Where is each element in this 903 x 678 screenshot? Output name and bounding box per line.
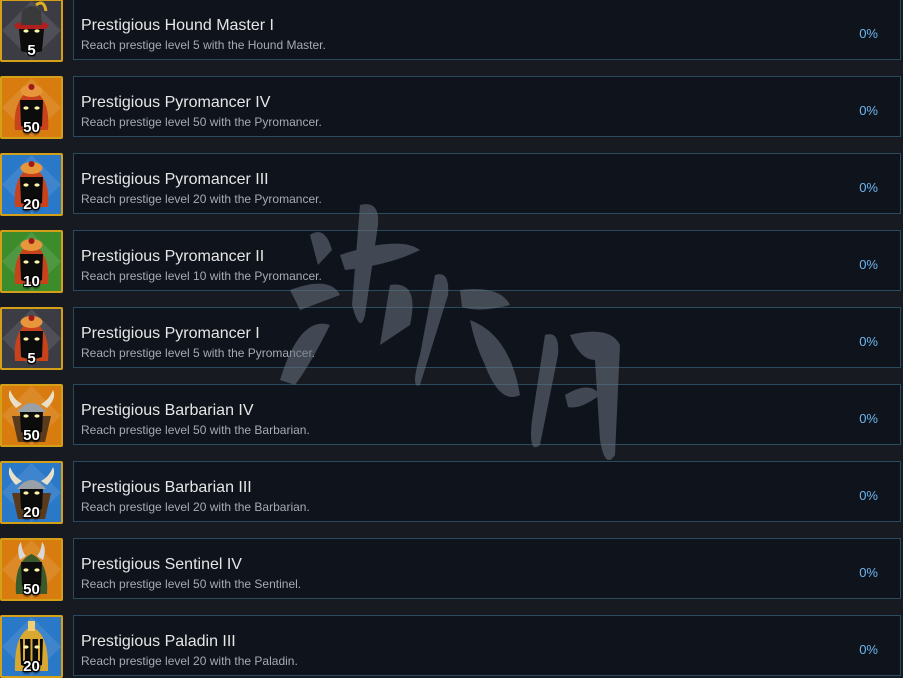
prestige-level-badge: 10 <box>23 273 40 290</box>
achievement-card[interactable]: Prestigious Pyromancer IV Reach prestige … <box>73 76 901 137</box>
achievement-description: Reach prestige level 5 with the Pyromanc… <box>81 346 316 360</box>
pyromancer-icon: 5 <box>0 307 63 370</box>
achievement-card[interactable]: Prestigious Pyromancer III Reach prestige… <box>73 153 901 214</box>
achievement-card[interactable]: Prestigious Barbarian III Reach prestige … <box>73 461 901 522</box>
unlock-percentage: 0% <box>859 103 878 118</box>
achievement-row[interactable]: 20 Prestigious Barbarian III Reach prestig… <box>0 461 903 524</box>
achievement-description: Reach prestige level 10 with the Pyroman… <box>81 269 322 283</box>
sentinel-icon: 50 <box>0 538 63 601</box>
prestige-level-badge: 20 <box>23 504 40 521</box>
achievement-description: Reach prestige level 20 with the Barbari… <box>81 500 310 514</box>
achievement-row[interactable]: 50 Prestigious Sentinel IV Reach prestige … <box>0 538 903 601</box>
achievement-description: Reach prestige level 50 with the Pyroman… <box>81 115 322 129</box>
achievement-title: Prestigious Barbarian IV <box>81 402 254 419</box>
unlock-percentage: 0% <box>859 411 878 426</box>
achievement-title: Prestigious Hound Master I <box>81 17 274 34</box>
achievement-description: Reach prestige level 20 with the Paladin… <box>81 654 298 668</box>
unlock-percentage: 0% <box>859 488 878 503</box>
prestige-level-badge: 50 <box>23 427 40 444</box>
achievement-card[interactable]: Prestigious Paladin III Reach prestige le… <box>73 615 901 676</box>
achievement-card[interactable]: Prestigious Pyromancer II Reach prestige … <box>73 230 901 291</box>
pyromancer-icon: 50 <box>0 76 63 139</box>
achievement-description: Reach prestige level 5 with the Hound Ma… <box>81 38 326 52</box>
barbarian-icon: 50 <box>0 384 63 447</box>
achievement-row[interactable]: 10 Prestigious Pyromancer II Reach prestig… <box>0 230 903 293</box>
prestige-level-badge: 5 <box>27 350 36 367</box>
unlock-percentage: 0% <box>859 565 878 580</box>
achievement-title: Prestigious Sentinel IV <box>81 556 242 573</box>
achievement-description: Reach prestige level 20 with the Pyroman… <box>81 192 322 206</box>
achievement-title: Prestigious Barbarian III <box>81 479 252 496</box>
prestige-level-badge: 50 <box>23 119 40 136</box>
prestige-level-badge: 5 <box>27 42 36 59</box>
unlock-percentage: 0% <box>859 26 878 41</box>
achievement-list: 5 Prestigious Hound Master I Reach prestig… <box>0 0 903 678</box>
barbarian-icon: 20 <box>0 461 63 524</box>
prestige-level-badge: 50 <box>23 581 40 598</box>
achievement-description: Reach prestige level 50 with the Sentine… <box>81 577 302 591</box>
achievement-description: Reach prestige level 50 with the Barbari… <box>81 423 310 437</box>
achievement-row[interactable]: 20 Prestigious Paladin III Reach prestige … <box>0 615 903 678</box>
unlock-percentage: 0% <box>859 642 878 657</box>
hound-master-icon: 5 <box>0 0 63 62</box>
achievement-row[interactable]: 5 Prestigious Hound Master I Reach prestig… <box>0 0 903 62</box>
achievement-card[interactable]: Prestigious Hound Master I Reach prestige… <box>73 0 901 60</box>
achievement-card[interactable]: Prestigious Barbarian IV Reach prestige l… <box>73 384 901 445</box>
prestige-level-badge: 20 <box>23 658 40 675</box>
achievement-title: Prestigious Pyromancer I <box>81 325 260 342</box>
achievement-title: Prestigious Pyromancer III <box>81 171 269 188</box>
achievement-row[interactable]: 5 Prestigious Pyromancer I Reach prestige … <box>0 307 903 370</box>
achievement-title: Prestigious Paladin III <box>81 633 236 650</box>
achievement-title: Prestigious Pyromancer II <box>81 248 265 265</box>
prestige-level-badge: 20 <box>23 196 40 213</box>
paladin-icon: 20 <box>0 615 63 678</box>
unlock-percentage: 0% <box>859 180 878 195</box>
achievement-title: Prestigious Pyromancer IV <box>81 94 271 111</box>
achievement-row[interactable]: 50 Prestigious Barbarian IV Reach prestige… <box>0 384 903 447</box>
achievement-row[interactable]: 20 Prestigious Pyromancer III Reach presti… <box>0 153 903 216</box>
pyromancer-icon: 10 <box>0 230 63 293</box>
unlock-percentage: 0% <box>859 257 878 272</box>
achievement-card[interactable]: Prestigious Sentinel IV Reach prestige le… <box>73 538 901 599</box>
achievement-row[interactable]: 50 Prestigious Pyromancer IV Reach prestig… <box>0 76 903 139</box>
achievement-card[interactable]: Prestigious Pyromancer I Reach prestige l… <box>73 307 901 368</box>
unlock-percentage: 0% <box>859 334 878 349</box>
pyromancer-icon: 20 <box>0 153 63 216</box>
